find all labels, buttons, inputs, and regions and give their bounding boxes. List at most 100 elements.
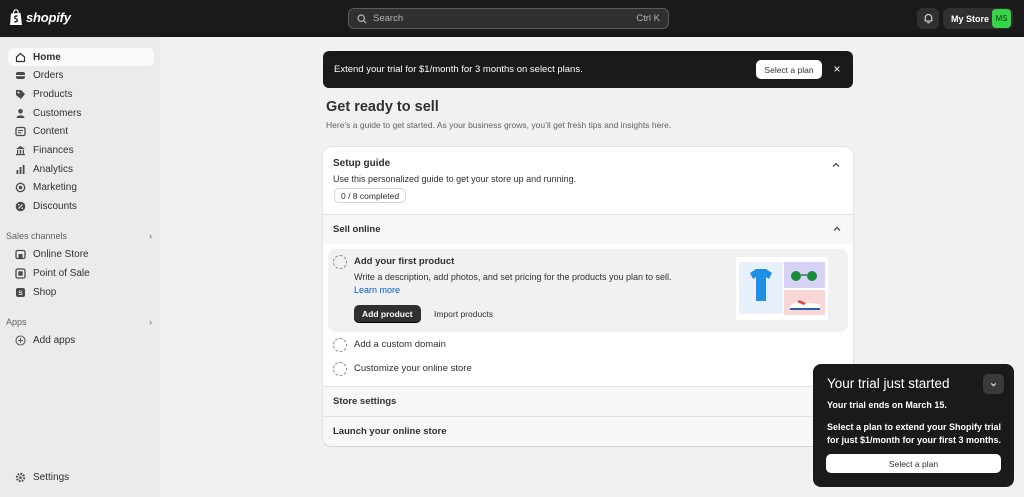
task-description: Write a description, add photos, and set… bbox=[354, 271, 684, 297]
sidebar-item-point-of-sale[interactable]: Point of Sale bbox=[8, 264, 154, 282]
settings-label: Settings bbox=[33, 471, 70, 483]
sidebar-item-marketing[interactable]: Marketing bbox=[8, 178, 154, 196]
bell-icon bbox=[924, 13, 932, 24]
sidebar-item-content[interactable]: Content bbox=[8, 122, 154, 140]
page-subtitle: Here’s a guide to get started. As your b… bbox=[326, 120, 672, 130]
person-icon bbox=[15, 108, 26, 119]
sell-online-label: Sell online bbox=[333, 224, 381, 235]
sidebar-item-finances[interactable]: Finances bbox=[8, 141, 154, 159]
apps-header[interactable]: Apps › bbox=[6, 317, 152, 327]
trial-body: Select a plan to extend your Shopify tri… bbox=[827, 422, 1002, 445]
import-products-button[interactable]: Import products bbox=[434, 305, 493, 323]
chevron-down-icon bbox=[990, 382, 997, 386]
sidebar-item-shop[interactable]: S Shop bbox=[8, 283, 154, 301]
target-icon bbox=[15, 182, 26, 193]
shopify-bag-icon bbox=[10, 9, 22, 25]
task-checkbox[interactable] bbox=[333, 255, 347, 269]
tag-icon bbox=[15, 89, 26, 100]
task-checkbox[interactable] bbox=[333, 338, 347, 352]
divider bbox=[323, 214, 853, 215]
sidebar-item-analytics[interactable]: Analytics bbox=[8, 160, 154, 178]
chevron-up-icon[interactable] bbox=[831, 160, 841, 170]
progress-badge: 0 / 8 completed bbox=[334, 188, 407, 203]
task-customize-store[interactable]: Customize your online store bbox=[354, 363, 472, 374]
pos-icon bbox=[15, 267, 26, 279]
sidebar-item-label: Shop bbox=[33, 286, 57, 298]
storefront-icon bbox=[15, 249, 26, 260]
add-apps-button[interactable]: Add apps bbox=[8, 331, 154, 349]
banner-select-plan-button[interactable]: Select a plan bbox=[756, 60, 822, 79]
store-settings-label: Store settings bbox=[333, 396, 397, 407]
sales-channels-header[interactable]: Sales channels › bbox=[6, 231, 152, 241]
bar-chart-icon bbox=[15, 164, 26, 175]
shopify-logo[interactable]: shopify bbox=[9, 9, 71, 26]
sidebar-item-label: Content bbox=[33, 125, 69, 137]
collapse-popup-button[interactable] bbox=[983, 374, 1004, 394]
sidebar-item-label: Discounts bbox=[33, 200, 77, 212]
sell-online-header[interactable] bbox=[323, 214, 853, 244]
sidebar-item-label: Analytics bbox=[33, 163, 74, 175]
task-checkbox[interactable] bbox=[333, 362, 347, 376]
plus-circle-icon bbox=[15, 334, 26, 346]
sidebar-item-customers[interactable]: Customers bbox=[8, 104, 154, 122]
sidebar-item-products[interactable]: Products bbox=[8, 85, 154, 103]
page-title: Get ready to sell bbox=[326, 99, 439, 115]
sidebar-item-label: Point of Sale bbox=[33, 267, 90, 279]
add-apps-label: Add apps bbox=[33, 334, 76, 346]
setup-guide-card: Setup guide Use this personalized guide … bbox=[323, 147, 853, 446]
search-placeholder: Search bbox=[373, 13, 404, 24]
sidebar-item-label: Orders bbox=[33, 69, 64, 81]
sidebar: Home Orders Products Customers Content F… bbox=[0, 37, 160, 497]
task-title[interactable]: Add your first product bbox=[354, 256, 454, 267]
sidebar-item-label: Products bbox=[33, 88, 73, 100]
shop-bag-icon: S bbox=[15, 287, 26, 298]
shopify-wordmark: shopify bbox=[26, 10, 71, 25]
trial-end-text: Your trial ends on March 15. bbox=[827, 400, 947, 410]
sidebar-item-orders[interactable]: Orders bbox=[8, 66, 154, 84]
sidebar-item-label: Marketing bbox=[33, 181, 77, 193]
task-description-text: Write a description, add photos, and set… bbox=[354, 272, 672, 282]
trial-end-suffix: . bbox=[944, 400, 947, 410]
trial-popup: Your trial just started Your trial ends … bbox=[813, 364, 1014, 487]
add-product-button[interactable]: Add product bbox=[354, 305, 421, 323]
launch-store-label: Launch your online store bbox=[333, 426, 447, 437]
setup-guide-title: Setup guide bbox=[333, 158, 391, 169]
store-settings-header[interactable] bbox=[323, 387, 853, 416]
notifications-button[interactable] bbox=[917, 8, 939, 29]
sales-channels-label: Sales channels bbox=[6, 231, 68, 241]
learn-more-link[interactable]: Learn more bbox=[354, 285, 400, 295]
discount-icon bbox=[15, 201, 26, 212]
chevron-right-icon: › bbox=[149, 317, 152, 327]
sidebar-item-label: Online Store bbox=[33, 248, 89, 260]
sidebar-item-label: Customers bbox=[33, 107, 82, 119]
store-name: My Store bbox=[951, 13, 990, 24]
svg-text:S: S bbox=[18, 290, 23, 297]
home-icon bbox=[15, 52, 26, 63]
gear-icon bbox=[15, 472, 26, 483]
bank-icon bbox=[15, 145, 26, 156]
sidebar-item-home[interactable]: Home bbox=[8, 48, 154, 66]
sidebar-item-online-store[interactable]: Online Store bbox=[8, 245, 154, 263]
product-illustration bbox=[736, 257, 828, 320]
popup-select-plan-button[interactable]: Select a plan bbox=[826, 454, 1001, 473]
apps-label: Apps bbox=[6, 317, 27, 327]
chevron-up-icon[interactable] bbox=[832, 224, 842, 234]
sidebar-item-label: Home bbox=[33, 51, 61, 63]
task-add-custom-domain[interactable]: Add a custom domain bbox=[354, 339, 446, 350]
search-icon bbox=[357, 13, 367, 24]
orders-icon bbox=[15, 70, 26, 81]
top-bar: shopify Search Ctrl K My Store MS bbox=[0, 0, 1024, 37]
search-bar[interactable]: Search Ctrl K bbox=[348, 8, 669, 29]
store-menu-button[interactable]: My Store MS bbox=[943, 8, 1013, 29]
trial-banner: Extend your trial for $1/month for 3 mon… bbox=[323, 51, 853, 88]
trial-end-prefix: Your trial ends on bbox=[827, 400, 906, 410]
setup-guide-subtitle: Use this personalized guide to get your … bbox=[333, 174, 577, 184]
search-shortcut: Ctrl K bbox=[636, 13, 660, 24]
avatar: MS bbox=[992, 9, 1011, 28]
sidebar-item-settings[interactable]: Settings bbox=[8, 468, 154, 486]
trial-title: Your trial just started bbox=[827, 376, 950, 391]
trial-end-date: March 15 bbox=[905, 400, 945, 410]
sidebar-item-label: Finances bbox=[33, 144, 74, 156]
close-icon[interactable]: × bbox=[831, 62, 843, 76]
sidebar-item-discounts[interactable]: Discounts bbox=[8, 197, 154, 215]
